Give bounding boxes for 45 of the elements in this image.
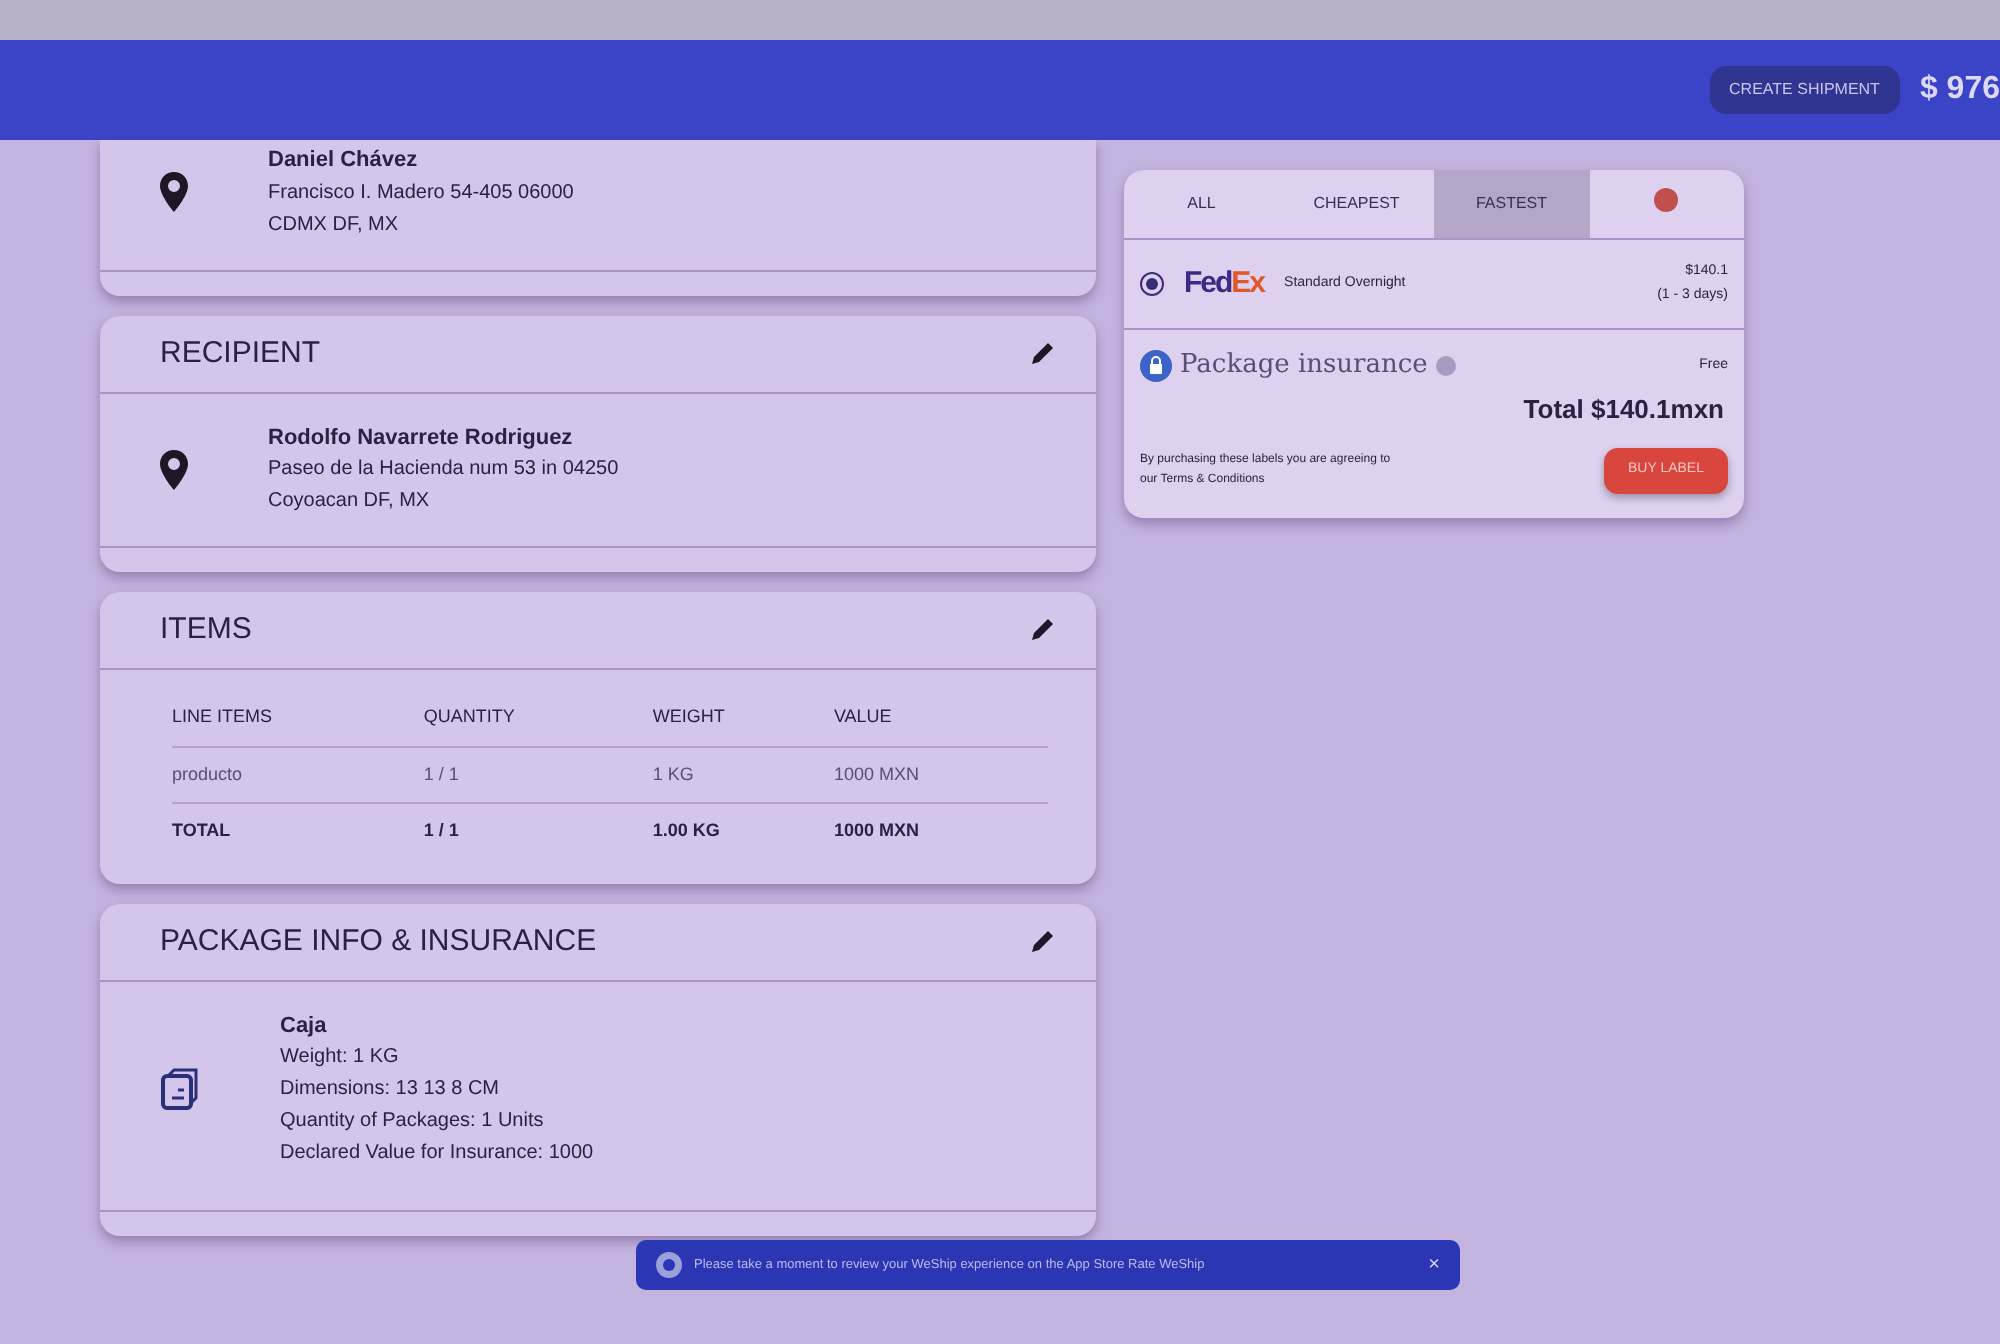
table-cell: TOTAL <box>172 803 424 859</box>
status-dot-icon <box>1654 188 1679 212</box>
card-title: ITEMS <box>160 612 252 648</box>
table-cell: 1 / 1 <box>423 803 653 859</box>
carrier-logo: FedEx <box>1184 263 1265 304</box>
column-header: VALUE <box>833 690 1048 746</box>
address-line: Coyoacan DF, MX <box>268 488 432 516</box>
filter-tab[interactable]: FASTEST <box>1434 170 1589 238</box>
location-pin-icon <box>160 449 188 490</box>
table-cell: 1.00 KG <box>652 803 834 859</box>
filter-tab[interactable]: CHEAPEST <box>1279 170 1434 238</box>
table-cell: 1 KG <box>652 746 834 803</box>
balance-amount: $ 976 <box>1919 70 2000 110</box>
edit-pencil-icon[interactable] <box>1030 616 1056 643</box>
card-title: RECIPIENT <box>160 335 321 371</box>
table-cell: producto <box>172 746 424 803</box>
close-button[interactable]: × <box>1428 1250 1440 1280</box>
column-header: LINE ITEMS <box>172 690 424 746</box>
insurance-label: Package insurance <box>1180 348 1428 384</box>
edit-pencil-icon[interactable] <box>1030 927 1056 954</box>
radio-button[interactable] <box>1140 272 1164 296</box>
package-detail: Declared Value for Insurance: 1000 <box>280 1140 594 1168</box>
package-detail: Weight: 1 KG <box>280 1044 401 1072</box>
table-cell: 1000 MXN <box>833 803 1048 859</box>
location-pin-icon <box>160 172 188 213</box>
shield-lock-icon <box>1140 349 1172 382</box>
package-name: Caja <box>280 1011 329 1041</box>
package-box-icon <box>160 1067 200 1112</box>
filter-tab[interactable]: ALL <box>1124 170 1279 238</box>
app-logo-icon <box>656 1252 682 1278</box>
address-line: Paseo de la Hacienda num 53 in 04250 <box>268 456 619 484</box>
create-shipment-button[interactable]: CREATE SHIPMENT <box>1709 66 1900 114</box>
column-header: WEIGHT <box>652 690 834 746</box>
edit-pencil-icon[interactable] <box>1030 339 1056 366</box>
package-detail: Quantity of Packages: 1 Units <box>280 1108 546 1136</box>
address-line: Francisco I. Madero 54-405 06000 <box>268 179 574 207</box>
contact-name: Rodolfo Navarrete Rodriguez <box>268 423 575 453</box>
table-cell: 1 / 1 <box>423 746 653 803</box>
contact-name: Daniel Chávez <box>268 146 420 176</box>
address-line: CDMX DF, MX <box>268 211 400 239</box>
column-header: QUANTITY <box>423 690 653 746</box>
table-cell: 1000 MXN <box>833 746 1048 803</box>
package-detail: Dimensions: 13 13 8 CM <box>280 1076 501 1104</box>
total-price: Total $140.1mxn <box>1521 391 1726 427</box>
card-title: PACKAGE INFO & INSURANCE <box>160 923 597 959</box>
